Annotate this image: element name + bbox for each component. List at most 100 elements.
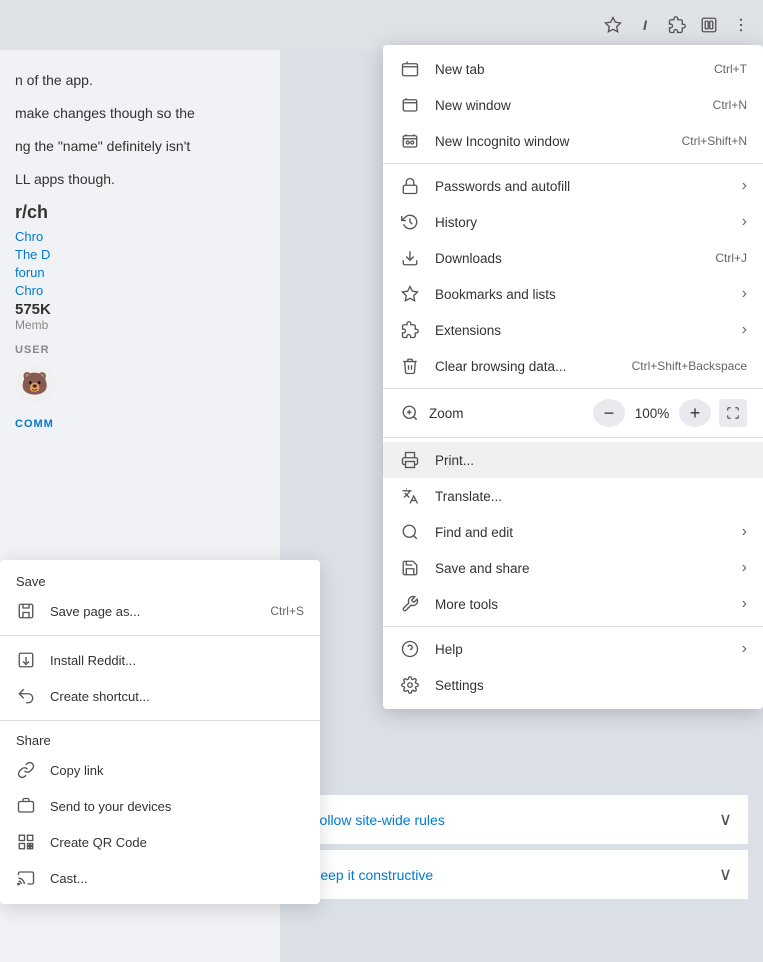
- zoom-fullscreen-button[interactable]: [719, 399, 747, 427]
- new-tab-shortcut: Ctrl+T: [714, 62, 747, 76]
- page-text-2: make changes though so the: [15, 103, 305, 124]
- extension-icon[interactable]: [663, 11, 691, 39]
- downloads-shortcut: Ctrl+J: [715, 251, 747, 265]
- rule-2-label: Keep it constructive: [311, 867, 433, 883]
- chevron-down-icon-2: ∨: [719, 864, 732, 885]
- send-to-devices-label: Send to your devices: [50, 799, 171, 814]
- text-cursor-icon[interactable]: I: [631, 11, 659, 39]
- print-item[interactable]: Print...: [383, 442, 763, 478]
- page-text-4: LL apps though.: [15, 169, 305, 190]
- incognito-shortcut: Ctrl+Shift+N: [682, 134, 747, 148]
- bookmarks-item[interactable]: Bookmarks and lists ›: [383, 276, 763, 312]
- menu-divider-1: [383, 163, 763, 164]
- avatar: 🐻: [15, 364, 55, 404]
- more-tools-arrow: ›: [742, 595, 747, 613]
- zoom-minus-button[interactable]: −: [593, 399, 625, 427]
- send-to-devices-item[interactable]: Send to your devices: [0, 788, 320, 824]
- save-share-label: Save and share: [435, 561, 720, 576]
- downloads-icon: [399, 247, 421, 269]
- downloads-item[interactable]: Downloads Ctrl+J: [383, 240, 763, 276]
- rule-2[interactable]: Keep it constructive ∨: [295, 850, 748, 899]
- help-icon: [399, 638, 421, 660]
- copy-link-icon: [16, 760, 36, 780]
- settings-label: Settings: [435, 678, 747, 693]
- page-link-3[interactable]: forun: [15, 265, 305, 280]
- send-devices-icon: [16, 796, 36, 816]
- page-link-4[interactable]: Chro: [15, 283, 305, 298]
- extensions-item[interactable]: Extensions ›: [383, 312, 763, 348]
- downloads-label: Downloads: [435, 251, 701, 266]
- more-tools-item[interactable]: More tools ›: [383, 586, 763, 622]
- save-share-submenu: Save Save page as... Ctrl+S Install Redd…: [0, 560, 320, 904]
- password-icon: [399, 175, 421, 197]
- subreddit-name: r/ch: [15, 202, 305, 223]
- save-share-icon: [399, 557, 421, 579]
- rule-1[interactable]: Follow site-wide rules ∨: [295, 795, 748, 844]
- more-tools-icon: [399, 593, 421, 615]
- history-label: History: [435, 215, 720, 230]
- cast-item[interactable]: Cast...: [0, 860, 320, 896]
- extensions-label: Extensions: [435, 323, 720, 338]
- save-page-icon: [16, 601, 36, 621]
- find-edit-item[interactable]: Find and edit ›: [383, 514, 763, 550]
- history-arrow: ›: [742, 213, 747, 231]
- save-page-shortcut: Ctrl+S: [270, 604, 304, 618]
- profile-icon[interactable]: [695, 11, 723, 39]
- install-reddit-item[interactable]: Install Reddit...: [0, 642, 320, 678]
- translate-icon: [399, 485, 421, 507]
- settings-item[interactable]: Settings: [383, 667, 763, 703]
- star-icon[interactable]: [599, 11, 627, 39]
- new-window-label: New window: [435, 98, 699, 113]
- zoom-icon: [399, 402, 421, 424]
- history-item[interactable]: History ›: [383, 204, 763, 240]
- user-section-label: USER: [15, 344, 305, 356]
- share-section-label: Share: [0, 727, 320, 752]
- help-label: Help: [435, 642, 720, 657]
- menu-divider-2: [383, 388, 763, 389]
- member-label: Memb: [15, 318, 305, 332]
- rule-1-label: Follow site-wide rules: [311, 812, 445, 828]
- page-link-1[interactable]: Chro: [15, 229, 305, 244]
- new-tab-item[interactable]: New tab Ctrl+T: [383, 51, 763, 87]
- clear-browsing-label: Clear browsing data...: [435, 359, 618, 374]
- page-link-2[interactable]: The D: [15, 247, 305, 262]
- translate-item[interactable]: Translate...: [383, 478, 763, 514]
- qr-icon: [16, 832, 36, 852]
- incognito-item[interactable]: New Incognito window Ctrl+Shift+N: [383, 123, 763, 159]
- page-text-1: n of the app.: [15, 70, 305, 91]
- menu-divider-3: [383, 437, 763, 438]
- extensions-icon: [399, 319, 421, 341]
- chrome-menu: New tab Ctrl+T New window Ctrl+N New Inc…: [383, 45, 763, 709]
- print-icon: [399, 449, 421, 471]
- settings-icon: [399, 674, 421, 696]
- copy-link-item[interactable]: Copy link: [0, 752, 320, 788]
- zoom-plus-button[interactable]: +: [679, 399, 711, 427]
- clear-browsing-item[interactable]: Clear browsing data... Ctrl+Shift+Backsp…: [383, 348, 763, 384]
- comments-label: COMM: [15, 418, 305, 430]
- passwords-arrow: ›: [742, 177, 747, 195]
- bookmarks-arrow: ›: [742, 285, 747, 303]
- menu-button[interactable]: [727, 11, 755, 39]
- save-page-as-label: Save page as...: [50, 604, 140, 619]
- save-share-arrow: ›: [742, 559, 747, 577]
- bookmarks-label: Bookmarks and lists: [435, 287, 720, 302]
- new-window-item[interactable]: New window Ctrl+N: [383, 87, 763, 123]
- incognito-icon: [399, 130, 421, 152]
- clear-browsing-shortcut: Ctrl+Shift+Backspace: [632, 359, 747, 373]
- find-edit-icon: [399, 521, 421, 543]
- save-page-as-item[interactable]: Save page as... Ctrl+S: [0, 593, 320, 629]
- create-shortcut-item[interactable]: Create shortcut...: [0, 678, 320, 714]
- clear-browsing-icon: [399, 355, 421, 377]
- create-qr-item[interactable]: Create QR Code: [0, 824, 320, 860]
- submenu-divider-2: [0, 720, 320, 721]
- save-share-item[interactable]: Save and share ›: [383, 550, 763, 586]
- passwords-item[interactable]: Passwords and autofill ›: [383, 168, 763, 204]
- member-count: 575K: [15, 301, 305, 318]
- help-item[interactable]: Help ›: [383, 631, 763, 667]
- copy-link-label: Copy link: [50, 763, 103, 778]
- zoom-label: Zoom: [429, 406, 585, 421]
- passwords-label: Passwords and autofill: [435, 179, 720, 194]
- shortcut-icon: [16, 686, 36, 706]
- install-label: Install Reddit...: [50, 653, 136, 668]
- new-window-icon: [399, 94, 421, 116]
